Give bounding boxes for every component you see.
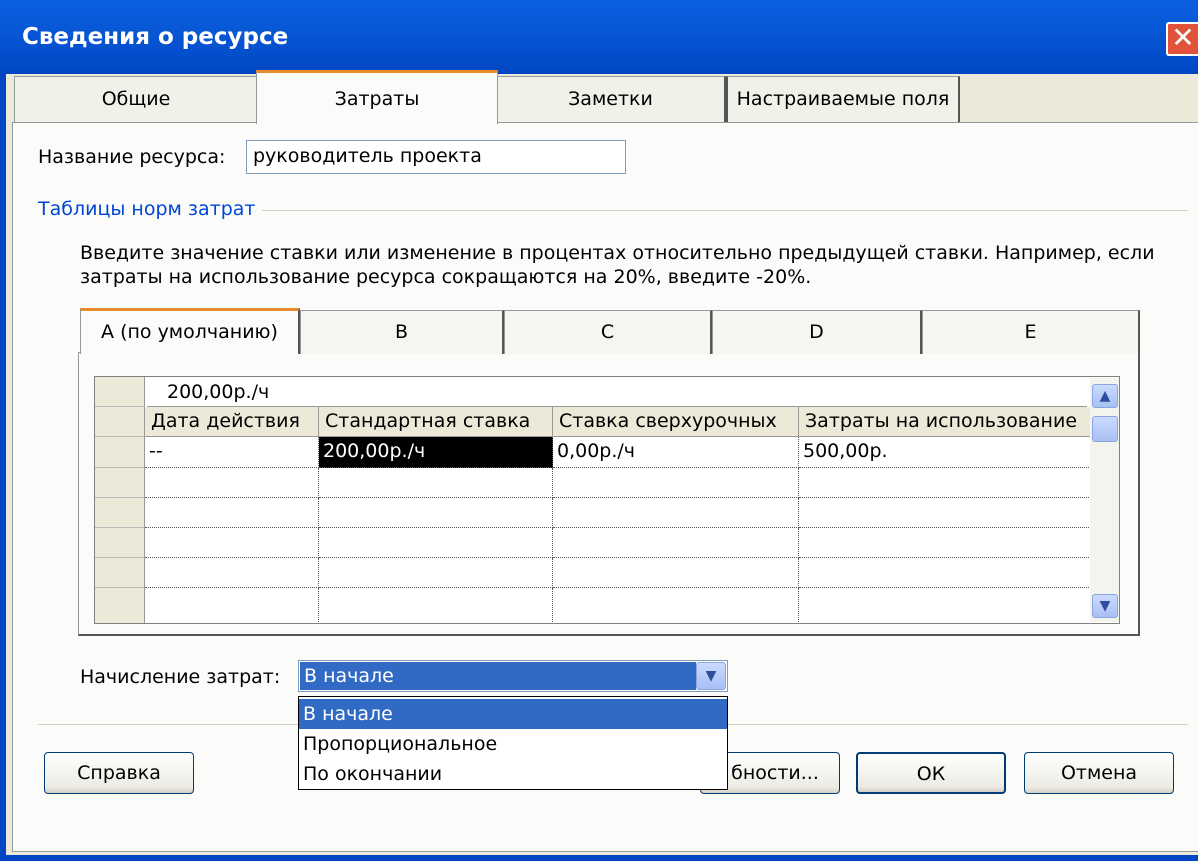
- resource-name-value: руководитель проекта: [253, 145, 482, 167]
- window-frame-left: [0, 74, 6, 861]
- rate-tab-d[interactable]: D: [712, 310, 922, 354]
- rate-tab-d-label: D: [809, 321, 824, 343]
- grid-edit-value: 200,00р./ч: [167, 381, 270, 403]
- window-title: Сведения о ресурсе: [22, 24, 289, 50]
- hint-text-line2: затраты на использование ресурса сокраща…: [80, 266, 812, 288]
- tab-costs[interactable]: Затраты: [256, 70, 498, 124]
- tab-notes[interactable]: Заметки: [496, 76, 726, 122]
- table-cell[interactable]: --: [145, 437, 319, 468]
- rate-tab-a[interactable]: A (по умолчанию): [80, 308, 300, 354]
- row-header[interactable]: [95, 528, 145, 558]
- rate-tab-b[interactable]: B: [300, 310, 504, 354]
- row-header[interactable]: [95, 437, 145, 468]
- table-cell[interactable]: 0,00р./ч: [553, 437, 799, 468]
- table-cell[interactable]: [799, 468, 1091, 498]
- table-cell[interactable]: [319, 498, 553, 528]
- rate-tab-c[interactable]: C: [504, 310, 712, 354]
- cost-accrual-dropdown-list[interactable]: В начале Пропорциональное По окончании: [298, 696, 728, 790]
- table-cell[interactable]: [319, 468, 553, 498]
- ok-button-label: ОК: [916, 763, 946, 785]
- table-cell[interactable]: [145, 588, 319, 623]
- chevron-down-icon[interactable]: ▼: [696, 662, 726, 690]
- grid-corner: [95, 377, 145, 407]
- close-icon[interactable]: ✕: [1166, 22, 1198, 56]
- column-header-standard-rate[interactable]: Стандартная ставка: [319, 407, 553, 437]
- rate-tab-e-label: E: [1024, 321, 1037, 343]
- tab-general-label: Общие: [101, 88, 171, 110]
- table-cell[interactable]: [799, 588, 1091, 623]
- grid-vertical-scrollbar[interactable]: [1090, 378, 1119, 622]
- option-prorated[interactable]: Пропорциональное: [299, 729, 727, 759]
- table-cell[interactable]: [553, 468, 799, 498]
- help-button-label: Справка: [77, 762, 161, 784]
- table-cell[interactable]: [319, 558, 553, 588]
- cost-accrual-selected-value[interactable]: В начале: [300, 662, 696, 690]
- scroll-down-icon[interactable]: ▼: [1092, 594, 1118, 618]
- table-cell[interactable]: [145, 498, 319, 528]
- grid-header-corner: [95, 407, 145, 437]
- table-cell[interactable]: [799, 528, 1091, 558]
- table-cell[interactable]: [145, 528, 319, 558]
- window-frame-bottom: [0, 855, 1198, 861]
- grid-edit-bar[interactable]: 200,00р./ч: [147, 377, 1087, 407]
- help-button[interactable]: Справка: [44, 752, 194, 794]
- tab-notes-label: Заметки: [568, 88, 653, 110]
- column-header-overtime-rate[interactable]: Ставка сверхурочных: [553, 407, 799, 437]
- column-header-per-use-cost[interactable]: Затраты на использование: [799, 407, 1091, 437]
- scroll-up-icon[interactable]: ▲: [1092, 384, 1118, 408]
- table-cell-selected[interactable]: 200,00р./ч: [319, 437, 553, 468]
- scroll-thumb[interactable]: [1092, 416, 1118, 442]
- row-header[interactable]: [95, 468, 145, 498]
- cost-accrual-label: Начисление затрат:: [80, 666, 281, 688]
- table-cell[interactable]: [799, 498, 1091, 528]
- row-header[interactable]: [95, 558, 145, 588]
- tab-general[interactable]: Общие: [14, 76, 258, 122]
- cancel-button[interactable]: Отмена: [1024, 752, 1174, 794]
- tab-costs-label: Затраты: [334, 88, 420, 110]
- ok-button[interactable]: ОК: [856, 752, 1006, 794]
- rate-tab-c-label: C: [600, 321, 615, 343]
- hint-text-line1: Введите значение ставки или изменение в …: [80, 242, 1155, 264]
- cancel-button-label: Отмена: [1060, 762, 1138, 784]
- row-header[interactable]: [95, 588, 145, 623]
- table-cell[interactable]: [553, 498, 799, 528]
- table-cell[interactable]: [319, 528, 553, 558]
- rate-tables-group-label: Таблицы норм затрат: [38, 198, 256, 220]
- rate-tab-e[interactable]: E: [922, 310, 1140, 354]
- option-end[interactable]: По окончании: [299, 759, 727, 789]
- table-cell[interactable]: [553, 558, 799, 588]
- details-button-label: бности...: [731, 762, 819, 784]
- rate-tab-b-label: B: [394, 321, 409, 343]
- group-divider: [262, 210, 1188, 211]
- tab-custom-fields[interactable]: Настраиваемые поля: [726, 76, 960, 122]
- table-cell[interactable]: [145, 468, 319, 498]
- table-cell[interactable]: [145, 558, 319, 588]
- table-cell[interactable]: [319, 588, 553, 623]
- table-cell[interactable]: [799, 558, 1091, 588]
- tab-custom-fields-label: Настраиваемые поля: [736, 88, 950, 110]
- option-start[interactable]: В начале: [299, 699, 727, 729]
- table-cell[interactable]: [553, 528, 799, 558]
- rate-grid[interactable]: 200,00р./ч Дата действия Стандартная ста…: [94, 376, 1120, 624]
- resource-name-label: Название ресурса:: [38, 146, 226, 168]
- rate-tab-a-label: A (по умолчанию): [101, 321, 278, 343]
- table-cell[interactable]: 500,00р.: [799, 437, 1091, 468]
- row-header[interactable]: [95, 498, 145, 528]
- resource-name-input[interactable]: руководитель проекта: [246, 140, 626, 174]
- column-header-effective-date[interactable]: Дата действия: [145, 407, 319, 437]
- table-cell[interactable]: [553, 588, 799, 623]
